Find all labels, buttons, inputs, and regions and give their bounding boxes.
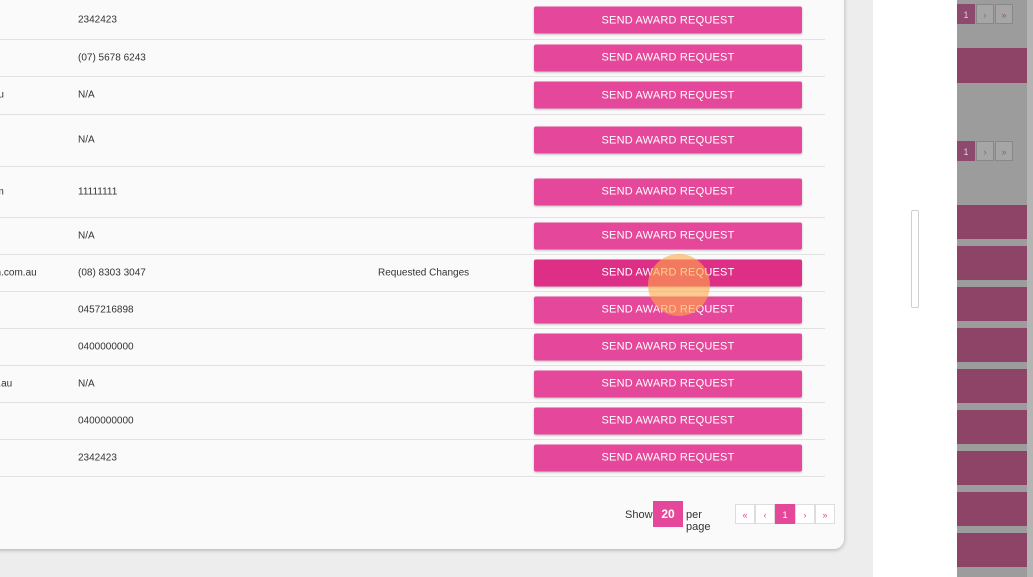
first-page-button[interactable]: « bbox=[735, 504, 755, 524]
table-row: .au N/A SEND AWARD REQUEST bbox=[0, 76, 825, 115]
bg-next: › bbox=[976, 4, 994, 24]
table-row: om 11111111 SEND AWARD REQUEST bbox=[0, 166, 825, 218]
phone-cell: N/A bbox=[78, 89, 95, 101]
bg-last: » bbox=[995, 141, 1013, 161]
table-row: 0400000000 SEND AWARD REQUEST bbox=[0, 402, 825, 440]
email-cell: om bbox=[0, 186, 4, 197]
send-award-request-button[interactable]: SEND AWARD REQUEST bbox=[534, 81, 802, 109]
send-award-request-button[interactable]: SEND AWARD REQUEST bbox=[534, 178, 802, 205]
background-pagination-top: 1 › » bbox=[957, 4, 1013, 26]
phone-cell: N/A bbox=[78, 378, 95, 389]
send-award-request-button[interactable]: SEND AWARD REQUEST bbox=[534, 126, 802, 154]
bg-bar bbox=[957, 287, 1027, 321]
per-page-label: per page bbox=[686, 509, 711, 533]
email-cell: .au bbox=[0, 89, 4, 101]
phone-cell: 11111111 bbox=[78, 186, 118, 197]
send-award-request-button[interactable]: SEND AWARD REQUEST bbox=[534, 44, 802, 71]
bg-bar bbox=[957, 533, 1027, 567]
send-award-request-button[interactable]: SEND AWARD REQUEST bbox=[534, 259, 802, 286]
phone-cell: N/A bbox=[78, 230, 95, 241]
table-row: N/A SEND AWARD REQUEST bbox=[0, 114, 825, 167]
per-page-select[interactable]: 20 bbox=[653, 501, 683, 527]
table-row: 0400000000 SEND AWARD REQUEST bbox=[0, 328, 825, 366]
table-row: on.com.au (08) 8303 3047 Requested Changes… bbox=[0, 254, 825, 292]
prev-page-button[interactable]: ‹ bbox=[755, 504, 775, 524]
bg-bar bbox=[957, 328, 1027, 362]
next-page-button[interactable]: › bbox=[795, 504, 815, 524]
phone-cell: 0400000000 bbox=[78, 415, 134, 426]
email-cell: on.com.au bbox=[0, 267, 37, 278]
bg-bar bbox=[957, 369, 1027, 403]
send-award-request-button[interactable]: SEND AWARD REQUEST bbox=[534, 6, 802, 34]
bg-last: » bbox=[995, 4, 1013, 24]
bg-next: › bbox=[976, 141, 994, 161]
page-1-button[interactable]: 1 bbox=[775, 504, 795, 524]
send-award-request-button[interactable]: SEND AWARD REQUEST bbox=[534, 333, 802, 360]
bg-bar bbox=[957, 48, 1027, 83]
bg-bar bbox=[957, 246, 1027, 280]
send-award-request-button[interactable]: SEND AWARD REQUEST bbox=[534, 407, 802, 434]
status-cell: Requested Changes bbox=[378, 267, 470, 278]
phone-cell: (07) 5678 6243 bbox=[78, 52, 146, 63]
table-row: (07) 5678 6243 SEND AWARD REQUEST bbox=[0, 39, 825, 77]
table-row: 2342423 SEND AWARD REQUEST bbox=[0, 439, 825, 477]
bg-bar bbox=[957, 410, 1027, 444]
phone-cell: 2342423 bbox=[78, 452, 117, 463]
table-row: m.au N/A SEND AWARD REQUEST bbox=[0, 365, 825, 403]
bg-bar bbox=[957, 205, 1027, 239]
scrollbar-thumb[interactable] bbox=[911, 210, 919, 308]
send-award-request-button[interactable]: SEND AWARD REQUEST bbox=[534, 444, 802, 471]
bg-bar bbox=[957, 451, 1027, 485]
send-award-request-button[interactable]: SEND AWARD REQUEST bbox=[534, 222, 802, 249]
table-row: 2342423 SEND AWARD REQUEST bbox=[0, 1, 825, 40]
show-label: Show bbox=[625, 509, 653, 521]
last-page-button[interactable]: » bbox=[815, 504, 835, 524]
phone-cell: 0457216898 bbox=[78, 304, 134, 315]
phone-cell: 2342423 bbox=[78, 14, 117, 26]
send-award-request-button[interactable]: SEND AWARD REQUEST bbox=[534, 370, 802, 397]
background-panel: 1 › » 1 › » bbox=[957, 0, 1033, 577]
bg-page-1: 1 bbox=[957, 4, 975, 24]
table-row: N/A SEND AWARD REQUEST bbox=[0, 217, 825, 255]
table-row: 0457216898 SEND AWARD REQUEST bbox=[0, 291, 825, 329]
bg-bar bbox=[957, 492, 1027, 526]
bg-page-1: 1 bbox=[957, 141, 975, 161]
phone-cell: (08) 8303 3047 bbox=[78, 267, 146, 278]
background-pagination-mid: 1 › » bbox=[957, 141, 1013, 163]
send-award-request-button[interactable]: SEND AWARD REQUEST bbox=[534, 296, 802, 323]
phone-cell: N/A bbox=[78, 134, 95, 146]
award-list-card: 2342423 SEND AWARD REQUEST (07) 5678 6243 S… bbox=[0, 0, 844, 549]
email-cell: m.au bbox=[0, 378, 13, 389]
bg-edge bbox=[1027, 0, 1033, 577]
phone-cell: 0400000000 bbox=[78, 341, 134, 352]
